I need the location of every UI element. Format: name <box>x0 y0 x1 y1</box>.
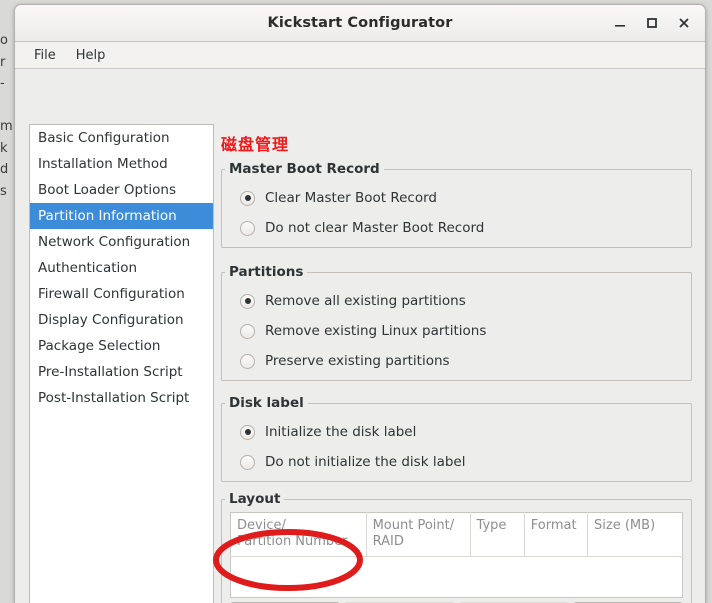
partition-layout-table[interactable]: Device/Partition Number Mount Point/RAID… <box>230 512 683 598</box>
column-header-type[interactable]: Type <box>470 512 525 557</box>
table-header-row: Device/Partition Number Mount Point/RAID… <box>230 512 683 557</box>
sidebar-item-authentication[interactable]: Authentication <box>30 255 213 281</box>
column-header-mount-point-raid[interactable]: Mount Point/RAID <box>366 512 471 557</box>
window-content: 磁盘管理 Basic Configuration Installation Me… <box>15 69 705 603</box>
radio-initialize-disk-label-label: Initialize the disk label <box>265 424 417 440</box>
radio-initialize-disk-label[interactable]: Initialize the disk label <box>222 417 691 447</box>
sidebar-item-display-configuration[interactable]: Display Configuration <box>30 307 213 333</box>
minimize-icon[interactable] <box>605 8 635 38</box>
sidebar-item-network-configuration[interactable]: Network Configuration <box>30 229 213 255</box>
table-empty-cell <box>230 556 683 598</box>
radio-indicator-icon[interactable] <box>240 293 255 309</box>
partitions-legend: Partitions <box>229 264 304 280</box>
window-controls <box>605 5 699 41</box>
close-icon[interactable] <box>669 8 699 38</box>
sidebar-item-pre-installation-script[interactable]: Pre-Installation Script <box>30 359 213 385</box>
sidebar-item-package-selection[interactable]: Package Selection <box>30 333 213 359</box>
disk-label-legend: Disk label <box>229 395 304 411</box>
sidebar-item-partition-information[interactable]: Partition Information <box>30 203 213 229</box>
radio-clear-mbr-label: Clear Master Boot Record <box>265 190 437 206</box>
table-body-empty <box>230 556 683 598</box>
maximize-icon[interactable] <box>637 8 667 38</box>
sidebar-item-installation-method[interactable]: Installation Method <box>30 151 213 177</box>
disk-label-group: Disk label Initialize the disk label Do … <box>221 395 692 482</box>
partitions-group: Partitions Remove all existing partition… <box>221 264 692 381</box>
sidebar-item-boot-loader-options[interactable]: Boot Loader Options <box>30 177 213 203</box>
sidebar-item-basic-configuration[interactable]: Basic Configuration <box>30 125 213 151</box>
sidebar-item-post-installation-script[interactable]: Post-Installation Script <box>30 385 213 411</box>
sidebar-list[interactable]: Basic Configuration Installation Method … <box>29 124 214 603</box>
window-title: Kickstart Configurator <box>267 15 453 31</box>
menubar: File Help <box>15 42 705 69</box>
master-boot-record-legend: Master Boot Record <box>229 161 380 177</box>
menu-help[interactable]: Help <box>66 45 116 66</box>
radio-remove-linux-partitions[interactable]: Remove existing Linux partitions <box>222 316 691 346</box>
master-boot-record-group: Master Boot Record Clear Master Boot Rec… <box>221 161 692 248</box>
layout-group: Layout Device/Partition Number Mount Poi… <box>221 491 692 603</box>
radio-remove-all-partitions[interactable]: Remove all existing partitions <box>222 286 691 316</box>
partition-information-panel: Master Boot Record Clear Master Boot Rec… <box>221 149 692 603</box>
radio-indicator-icon[interactable] <box>240 323 255 339</box>
menu-file[interactable]: File <box>24 45 66 66</box>
radio-remove-all-partitions-label: Remove all existing partitions <box>265 293 466 309</box>
window-titlebar[interactable]: Kickstart Configurator <box>15 5 705 42</box>
sidebar-item-firewall-configuration[interactable]: Firewall Configuration <box>30 281 213 307</box>
radio-remove-linux-partitions-label: Remove existing Linux partitions <box>265 323 487 339</box>
radio-indicator-icon[interactable] <box>240 454 255 470</box>
radio-indicator-icon[interactable] <box>240 220 255 236</box>
column-header-size-mb[interactable]: Size (MB) <box>587 512 683 557</box>
radio-do-not-initialize-disk-label[interactable]: Do not initialize the disk label <box>222 447 691 477</box>
desktop-clipped-text: or-mkds <box>0 33 13 199</box>
radio-do-not-initialize-disk-label-label: Do not initialize the disk label <box>265 454 466 470</box>
layout-legend: Layout <box>229 491 281 507</box>
radio-indicator-icon[interactable] <box>240 424 255 440</box>
radio-clear-mbr[interactable]: Clear Master Boot Record <box>222 183 691 213</box>
radio-do-not-clear-mbr-label: Do not clear Master Boot Record <box>265 220 485 236</box>
radio-indicator-icon[interactable] <box>240 190 255 206</box>
radio-preserve-partitions[interactable]: Preserve existing partitions <box>222 346 691 376</box>
application-window: Kickstart Configurator File Help 磁盘管理 Ba… <box>14 4 706 603</box>
radio-preserve-partitions-label: Preserve existing partitions <box>265 353 450 369</box>
column-header-format[interactable]: Format <box>524 512 589 557</box>
column-header-device-partition-number[interactable]: Device/Partition Number <box>230 512 367 557</box>
radio-do-not-clear-mbr[interactable]: Do not clear Master Boot Record <box>222 213 691 243</box>
radio-indicator-icon[interactable] <box>240 353 255 369</box>
